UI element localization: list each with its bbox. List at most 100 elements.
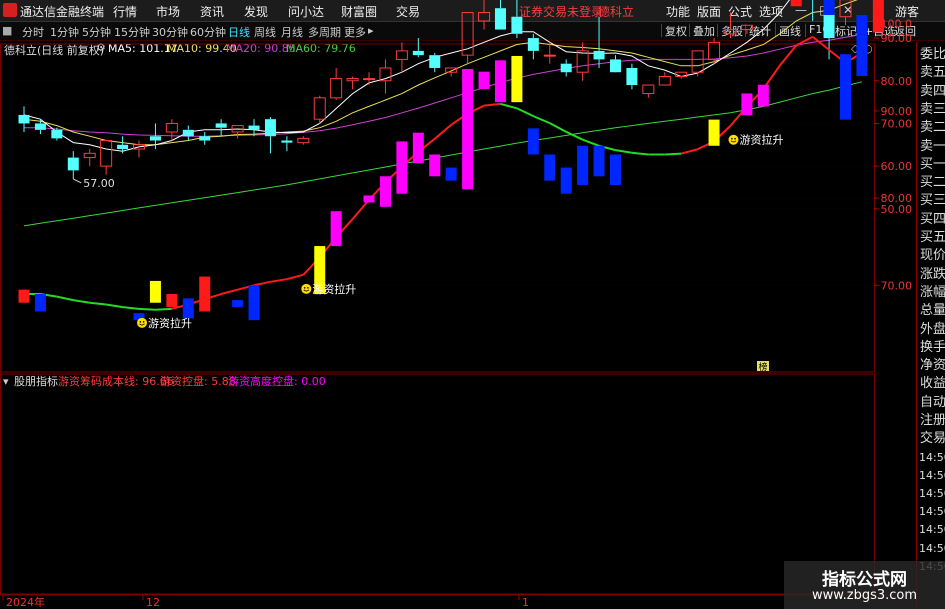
cost-line-segment: [483, 102, 501, 107]
indicator-bar: [462, 69, 474, 190]
indicator-bar: [527, 128, 539, 155]
candle-body[interactable]: [478, 11, 491, 22]
indicator-bar: [330, 211, 342, 247]
candle-body[interactable]: [34, 123, 46, 130]
candle-body[interactable]: [149, 136, 161, 141]
quote-panel-item: 委比: [920, 47, 945, 62]
candle-body[interactable]: [313, 97, 326, 120]
smiley-icon: [137, 317, 148, 328]
indicator-plot-frame: [0, 373, 875, 595]
candle-body[interactable]: [593, 50, 605, 60]
quote-panel-item: 14:50: [919, 505, 945, 519]
signal-label: 游资拉升: [739, 133, 783, 147]
indicator-bar: [379, 176, 391, 207]
indicator-bar: [790, 0, 802, 7]
cost-line-segment: [664, 152, 682, 156]
candle-body[interactable]: [264, 119, 276, 137]
control-value: 游资控盘: 5.88: [160, 374, 236, 388]
smiley-eye: [303, 287, 306, 289]
candle-body[interactable]: [412, 50, 424, 56]
candle-body[interactable]: [330, 78, 343, 99]
cost-line-segment: [532, 115, 551, 125]
candle-body[interactable]: [100, 140, 113, 167]
candle-body[interactable]: [18, 114, 30, 124]
candle-body[interactable]: [708, 41, 721, 60]
quote-panel-item: 卖一: [920, 138, 945, 154]
y-axis-label: 100.0: [881, 18, 913, 31]
candle-body[interactable]: [165, 122, 178, 133]
cost-line-segment: [582, 138, 600, 147]
candle-body[interactable]: [297, 137, 310, 144]
candle-body[interactable]: [51, 129, 63, 139]
kline-chart[interactable]: 110.0100.090.0080.0070.0060.0050.00110.0…: [0, 0, 916, 609]
cost-line-segment: [549, 122, 567, 133]
indicator-bar: [511, 55, 523, 103]
cost-line-segment: [680, 148, 698, 155]
candle-body[interactable]: [642, 84, 655, 95]
cost-line-segment: [434, 124, 452, 140]
indicator-bar: [823, 0, 835, 15]
candle-body[interactable]: [215, 123, 227, 128]
indicator-bar: [396, 141, 408, 194]
quote-panel-item: 14:50: [919, 468, 945, 482]
candle-body[interactable]: [691, 50, 704, 73]
candle-body[interactable]: [543, 54, 556, 57]
smiley-eye: [307, 287, 309, 289]
candle-body[interactable]: [527, 38, 539, 51]
quote-panel-item: 总量: [920, 303, 945, 319]
high-control-value: 游资高度控盘: 0.00: [228, 374, 326, 388]
quote-panel-item: 换手: [920, 339, 945, 355]
quote-panel-item: 买一: [920, 156, 945, 172]
candle-body[interactable]: [626, 67, 638, 86]
candle-body[interactable]: [67, 157, 79, 171]
candle-body[interactable]: [724, 29, 737, 35]
indicator-bar: [34, 294, 46, 312]
indicator-bar: [363, 195, 375, 203]
candle-body[interactable]: [576, 50, 589, 73]
y-axis-label: 70.00: [881, 279, 913, 292]
quote-panel-item: 买三: [920, 193, 945, 209]
quote-panel-item: 14:50: [919, 450, 945, 464]
indicator-bar: [182, 298, 194, 319]
indicator-settings-icon: ▾: [3, 375, 9, 388]
indicator-bar: [232, 300, 244, 308]
candle-body[interactable]: [346, 78, 359, 82]
cost-line-segment: [253, 280, 271, 287]
candle-body[interactable]: [363, 78, 376, 81]
candle-body[interactable]: [609, 59, 621, 73]
cost-line-segment: [138, 307, 156, 311]
candle-body[interactable]: [560, 63, 572, 73]
main-plot-frame: [0, 43, 875, 373]
y-axis-label: 80.00: [881, 192, 913, 205]
candle-body[interactable]: [117, 144, 129, 150]
candle-body[interactable]: [823, 12, 835, 39]
candle-body[interactable]: [248, 125, 260, 130]
quote-panel-item: 14:50: [919, 487, 945, 500]
candle-body[interactable]: [445, 67, 458, 73]
low-pointer: [73, 178, 82, 184]
indicator-bar: [445, 167, 457, 181]
quote-panel-item: 买四: [920, 211, 945, 227]
cost-line-segment: [122, 306, 140, 310]
indicator-bar: [478, 71, 490, 90]
quote-panel-item: 买五: [920, 230, 945, 245]
candle-body[interactable]: [494, 8, 506, 30]
candle-body[interactable]: [429, 55, 441, 68]
cost-line-segment: [155, 307, 172, 311]
candle-body[interactable]: [281, 140, 293, 143]
candle-body[interactable]: [511, 16, 523, 34]
indicator-bar: [872, 0, 884, 33]
candle-body[interactable]: [658, 75, 671, 86]
y-axis-label: 70.00: [881, 117, 913, 130]
indicator-bar: [741, 93, 753, 116]
low-price-label: 57.00: [83, 177, 115, 190]
quote-panel-item: 自动: [920, 394, 945, 410]
candle-body[interactable]: [395, 50, 408, 60]
candle-body[interactable]: [199, 136, 211, 141]
candle-body[interactable]: [83, 152, 96, 159]
watermark-title: 指标公式网: [822, 570, 907, 590]
x-axis-label: 12: [146, 596, 160, 609]
signal-label: 游资拉升: [148, 316, 192, 330]
candle-body[interactable]: [182, 129, 194, 137]
candle-body[interactable]: [740, 24, 753, 31]
